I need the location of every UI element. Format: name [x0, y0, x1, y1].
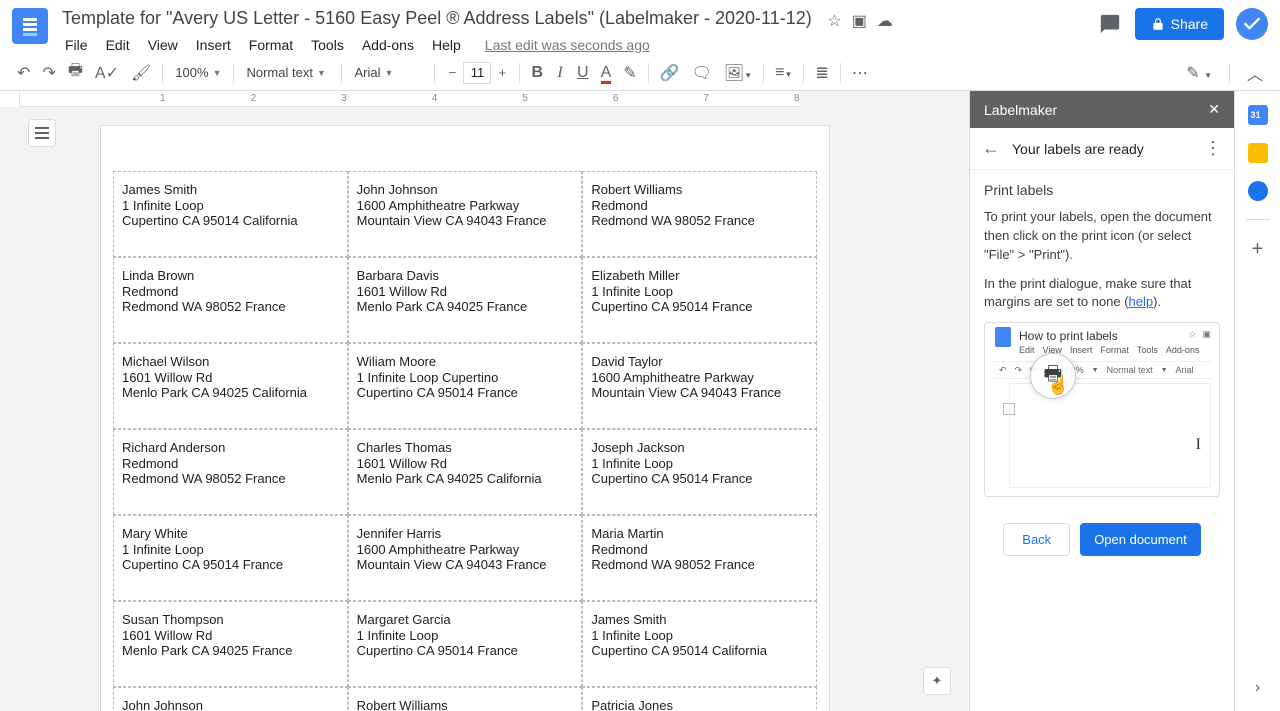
print-labels-heading: Print labels — [984, 182, 1220, 198]
editing-mode-button[interactable]: ✎ ▼ — [1181, 59, 1217, 87]
label-cell[interactable]: Charles Thomas1601 Willow RdMenlo Park C… — [348, 429, 583, 515]
insert-image-button[interactable]: 🖼▼ — [719, 59, 757, 87]
tasks-icon[interactable] — [1248, 181, 1268, 201]
comment-history-icon[interactable] — [1099, 12, 1123, 36]
menubar: File Edit View Insert Format Tools Add-o… — [58, 33, 1099, 57]
label-cell[interactable]: Linda BrownRedmondRedmond WA 98052 Franc… — [113, 257, 348, 343]
explore-button[interactable]: ✦ — [923, 667, 951, 695]
label-cell[interactable]: Maria MartinRedmondRedmond WA 98052 Fran… — [582, 515, 817, 601]
close-icon[interactable]: ✕ — [1208, 101, 1220, 118]
menu-view[interactable]: View — [141, 33, 185, 57]
paint-format-button[interactable]: 🖌 — [126, 59, 156, 87]
document-title[interactable]: Template for "Avery US Letter - 5160 Eas… — [58, 6, 816, 30]
style-dropdown[interactable]: Normal text▼ — [240, 61, 335, 84]
collapse-toolbar-button[interactable]: ︿ — [1242, 57, 1268, 89]
label-cell[interactable]: Patricia Jones1600 Amphitheatre Parkway — [582, 687, 817, 711]
cursor-icon: ☝ — [1047, 375, 1069, 396]
calendar-icon[interactable] — [1248, 105, 1268, 125]
label-cell[interactable]: Michael Wilson1601 Willow RdMenlo Park C… — [113, 343, 348, 429]
back-icon[interactable]: ← — [982, 138, 1000, 159]
back-button[interactable]: Back — [1003, 523, 1070, 556]
print-instructions-2: In the print dialogue, make sure that ma… — [984, 275, 1220, 313]
label-cell[interactable]: Mary White1 Infinite LoopCupertino CA 95… — [113, 515, 348, 601]
label-cell[interactable]: John Johnson1600 Amphitheatre ParkwayMou… — [348, 171, 583, 257]
share-button[interactable]: Share — [1135, 8, 1224, 40]
addon-sidepanel: Labelmaker ✕ ← Your labels are ready ⋮ P… — [969, 91, 1234, 711]
last-edit[interactable]: Last edit was seconds ago — [478, 33, 657, 57]
instruction-image: How to print labels ☆▣ EditViewInsertFor… — [984, 322, 1220, 497]
label-cell[interactable]: James Smith1 Infinite LoopCupertino CA 9… — [582, 601, 817, 687]
sidepanel-subtitle: Your labels are ready — [1012, 141, 1144, 157]
font-size-increase[interactable]: + — [491, 62, 513, 84]
insert-comment-button[interactable]: 🗨 — [687, 59, 717, 87]
label-cell[interactable]: Joseph Jackson1 Infinite LoopCupertino C… — [582, 429, 817, 515]
cloud-status-icon[interactable]: ☁ — [877, 11, 893, 31]
star-icon[interactable]: ☆ — [827, 11, 841, 31]
align-button[interactable]: ≡▼ — [770, 60, 797, 86]
outline-button[interactable] — [28, 119, 56, 147]
menu-help[interactable]: Help — [425, 33, 468, 57]
spellcheck-button[interactable]: A✓ — [90, 59, 124, 87]
font-size-input[interactable]: 11 — [463, 62, 491, 84]
label-cell[interactable]: Wiliam Moore1 Infinite Loop CupertinoCup… — [348, 343, 583, 429]
label-cell[interactable]: David Taylor1600 Amphitheatre ParkwayMou… — [582, 343, 817, 429]
label-cell[interactable]: John Johnson1600 Amphitheatre Parkway — [113, 687, 348, 711]
bold-button[interactable]: B — [526, 60, 548, 86]
line-spacing-button[interactable]: ≣ — [810, 59, 833, 87]
label-cell[interactable]: Robert WilliamsRedmondRedmond WA 98052 F… — [582, 171, 817, 257]
print-button[interactable]: 🖶 — [63, 55, 88, 90]
menu-tools[interactable]: Tools — [304, 33, 351, 57]
toolbar: ↶ ↷ 🖶 A✓ 🖌 100%▼ Normal text▼ Arial▼ − 1… — [0, 55, 1280, 91]
help-link[interactable]: help — [1129, 294, 1154, 309]
label-cell[interactable]: Barbara Davis1601 Willow RdMenlo Park CA… — [348, 257, 583, 343]
label-cell[interactable]: Richard AndersonRedmondRedmond WA 98052 … — [113, 429, 348, 515]
docs-icon[interactable] — [12, 8, 48, 44]
print-instructions-1: To print your labels, open the document … — [984, 208, 1220, 265]
font-size-decrease[interactable]: − — [441, 62, 463, 84]
italic-button[interactable]: I — [550, 60, 570, 86]
collapse-rail-icon[interactable]: › — [1255, 679, 1260, 697]
move-icon[interactable]: ▣ — [852, 11, 867, 31]
highlight-button[interactable]: ✎ — [618, 59, 641, 87]
add-addon-icon[interactable]: + — [1252, 238, 1264, 261]
menu-format[interactable]: Format — [242, 33, 300, 57]
label-cell[interactable]: Robert WilliamsRedmond — [348, 687, 583, 711]
more-icon[interactable]: ⋮ — [1204, 138, 1222, 159]
text-color-button[interactable]: A — [596, 60, 617, 86]
sidepanel-title: Labelmaker — [984, 102, 1057, 118]
menu-edit[interactable]: Edit — [99, 33, 137, 57]
document-area: 12345678 James Smith1 Infinite LoopCuper… — [0, 91, 969, 711]
share-label: Share — [1171, 16, 1208, 32]
label-cell[interactable]: James Smith1 Infinite LoopCupertino CA 9… — [113, 171, 348, 257]
insert-link-button[interactable]: 🔗 — [655, 59, 685, 87]
account-avatar[interactable] — [1236, 8, 1268, 40]
font-dropdown[interactable]: Arial▼ — [348, 61, 428, 84]
menu-addons[interactable]: Add-ons — [355, 33, 421, 57]
menu-file[interactable]: File — [58, 33, 95, 57]
underline-button[interactable]: U — [572, 60, 594, 86]
undo-button[interactable]: ↶ — [12, 59, 35, 87]
label-cell[interactable]: Elizabeth Miller1 Infinite LoopCupertino… — [582, 257, 817, 343]
label-cell[interactable]: Margaret Garcia1 Infinite LoopCupertino … — [348, 601, 583, 687]
keep-icon[interactable] — [1248, 143, 1268, 163]
more-button[interactable]: ⋯ — [847, 59, 873, 87]
zoom-dropdown[interactable]: 100%▼ — [169, 61, 227, 84]
menu-insert[interactable]: Insert — [189, 33, 238, 57]
redo-button[interactable]: ↷ — [37, 59, 60, 87]
document-page[interactable]: James Smith1 Infinite LoopCupertino CA 9… — [100, 125, 830, 711]
label-cell[interactable]: Jennifer Harris1600 Amphitheatre Parkway… — [348, 515, 583, 601]
side-rail: + › — [1234, 91, 1280, 711]
horizontal-ruler[interactable]: 12345678 — [20, 91, 800, 107]
open-document-button[interactable]: Open document — [1080, 523, 1201, 556]
label-cell[interactable]: Susan Thompson1601 Willow RdMenlo Park C… — [113, 601, 348, 687]
